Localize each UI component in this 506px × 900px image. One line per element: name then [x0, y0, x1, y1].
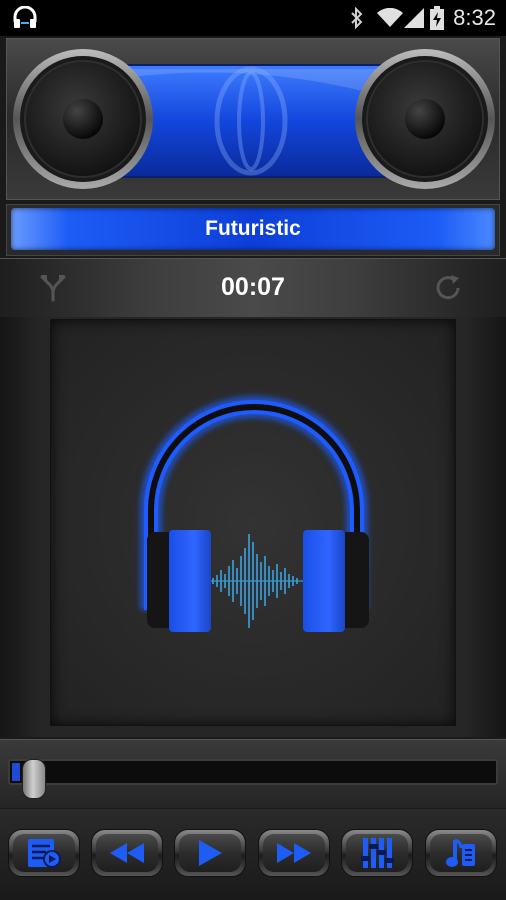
bluetooth-icon — [351, 7, 363, 29]
equalizer-icon — [361, 838, 394, 868]
headphones-app-icon — [13, 6, 37, 28]
right-speaker-icon — [355, 49, 495, 189]
play-icon — [199, 840, 222, 866]
playback-controls — [0, 809, 506, 900]
elapsed-time: 00:07 — [221, 273, 285, 301]
status-bar: 8:32 — [0, 0, 506, 36]
artwork-area — [0, 317, 506, 737]
speaker-visualizer — [6, 38, 500, 200]
left-speaker-icon — [13, 49, 153, 189]
library-button[interactable] — [425, 829, 497, 877]
battery-charging-icon — [430, 6, 444, 30]
fast-forward-button[interactable] — [258, 829, 330, 877]
playlist-button[interactable] — [8, 829, 80, 877]
wifi-icon — [377, 8, 403, 27]
seek-bar-area — [0, 739, 506, 808]
clock: 8:32 — [453, 5, 496, 30]
headphones-icon — [140, 396, 369, 632]
album-art — [50, 319, 456, 726]
equalizer-button[interactable] — [341, 829, 413, 877]
time-row: 00:07 — [0, 258, 506, 318]
rewind-icon — [110, 843, 144, 863]
seek-bar-fill — [12, 763, 20, 781]
music-library-icon — [446, 838, 475, 867]
seek-thumb[interactable] — [22, 759, 46, 799]
repeat-icon[interactable] — [434, 273, 464, 303]
rewind-button[interactable] — [91, 829, 163, 877]
track-title: Futuristic — [205, 217, 301, 240]
signal-icon — [404, 8, 424, 28]
track-title-bar: Futuristic — [11, 208, 495, 250]
seek-bar[interactable] — [8, 759, 498, 785]
fast-forward-icon — [277, 843, 311, 863]
play-button[interactable] — [174, 829, 246, 877]
title-frame: Futuristic — [6, 204, 500, 256]
playlist-icon — [28, 839, 61, 868]
